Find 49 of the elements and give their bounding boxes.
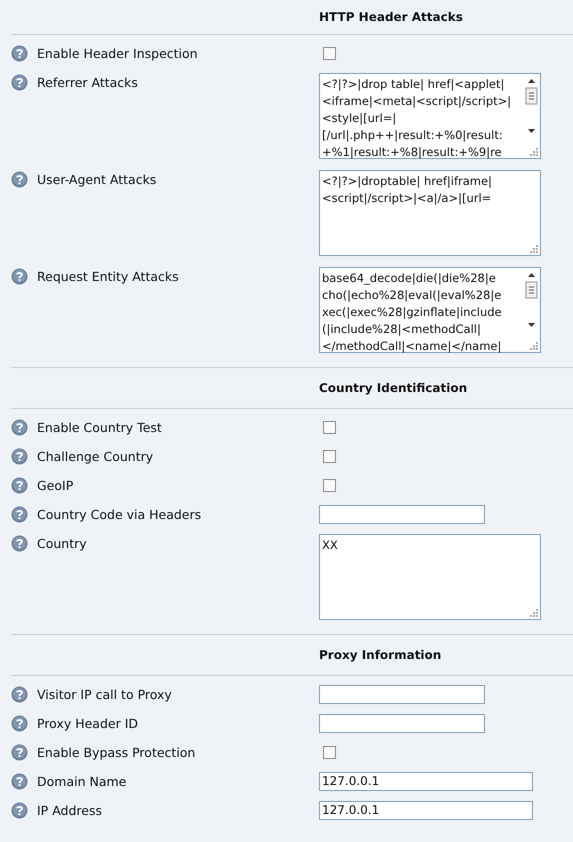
field-label: Enable Header Inspection: [37, 46, 198, 61]
field-label: Domain Name: [37, 774, 126, 789]
resize-grip-icon[interactable]: [530, 245, 538, 253]
checkbox[interactable]: [323, 479, 336, 492]
section-title: Proxy Information: [319, 648, 442, 662]
text-field[interactable]: [319, 685, 485, 704]
field-label: Challenge Country: [37, 449, 154, 464]
text-area[interactable]: <?|?>|droptable| href|iframe| <script|/script>|<a|/a>|[url=: [319, 170, 541, 256]
help-icon[interactable]: [11, 477, 28, 494]
resize-grip-icon[interactable]: [530, 148, 538, 156]
help-icon[interactable]: [11, 171, 28, 188]
field-label: Enable Bypass Protection: [37, 745, 196, 760]
text-field[interactable]: [319, 505, 485, 524]
help-icon[interactable]: [11, 802, 28, 819]
field-label: Proxy Header ID: [37, 716, 138, 731]
text-area[interactable]: <?|?>|drop table| href|<applet| <iframe|<meta|<script|/script>| <style|[url=| [/url|.php++|result:+%0|result: +%1|result:+%8|result:+%9|re: [319, 73, 541, 159]
help-icon[interactable]: [11, 535, 28, 552]
text-area[interactable]: XX: [319, 534, 541, 620]
field-label: Enable Country Test: [37, 420, 162, 435]
help-icon[interactable]: [11, 686, 28, 703]
section-title: HTTP Header Attacks: [319, 10, 463, 24]
field-label: Referrer Attacks: [37, 75, 138, 90]
field-label: Country: [37, 536, 87, 551]
field-label: GeoIP: [37, 478, 74, 493]
help-icon[interactable]: [11, 744, 28, 761]
field-label: Request Entity Attacks: [37, 269, 179, 284]
resize-grip-icon[interactable]: [530, 609, 538, 617]
help-icon[interactable]: [11, 74, 28, 91]
checkbox[interactable]: [323, 450, 336, 463]
help-icon[interactable]: [11, 506, 28, 523]
text-field[interactable]: 127.0.0.1: [319, 801, 533, 820]
field-label: User-Agent Attacks: [37, 172, 156, 187]
help-icon[interactable]: [11, 715, 28, 732]
text-field[interactable]: [319, 714, 485, 733]
section-title: Country Identification: [319, 381, 468, 395]
field-label: Country Code via Headers: [37, 507, 202, 522]
checkbox[interactable]: [323, 746, 336, 759]
checkbox[interactable]: [323, 421, 336, 434]
field-label: Visitor IP call to Proxy: [37, 687, 172, 702]
text-field[interactable]: 127.0.0.1: [319, 772, 533, 791]
checkbox[interactable]: [323, 47, 336, 60]
help-icon[interactable]: [11, 419, 28, 436]
text-area[interactable]: base64_decode|die(|die%28|e cho(|echo%28|eval(|eval%28|e xec(|exec%28|gzinflate|include (|include%28|<methodCall| </methodCall|<name|</name|: [319, 267, 541, 353]
field-label: IP Address: [37, 803, 102, 818]
help-icon[interactable]: [11, 268, 28, 285]
help-icon[interactable]: [11, 45, 28, 62]
resize-grip-icon[interactable]: [530, 342, 538, 350]
help-icon[interactable]: [11, 448, 28, 465]
help-icon[interactable]: [11, 773, 28, 790]
